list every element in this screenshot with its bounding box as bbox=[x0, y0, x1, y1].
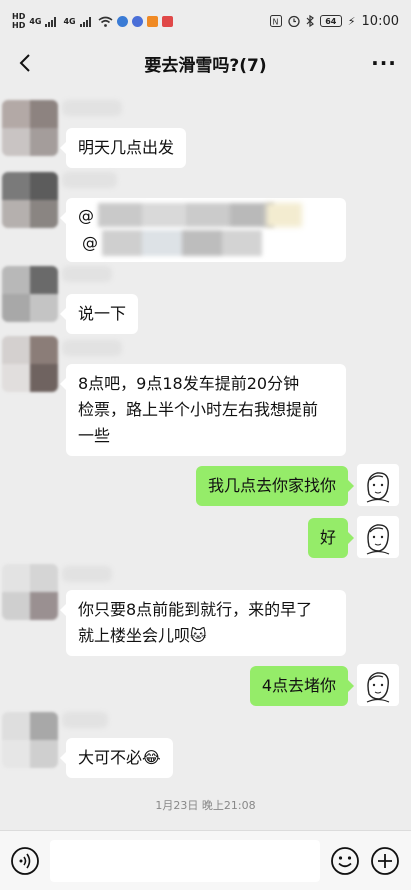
sender-name-blurred bbox=[62, 172, 117, 188]
my-avatar[interactable] bbox=[357, 664, 399, 706]
music-app-icon bbox=[131, 15, 143, 27]
hd-indicator: HD HD bbox=[12, 12, 25, 30]
mention-name-blurred-2 bbox=[102, 230, 262, 256]
signal-4g-label-2: 4G bbox=[63, 16, 76, 26]
status-right: N 64 ⚡ 10:00 bbox=[269, 13, 399, 29]
message-line: 一些 bbox=[78, 426, 111, 445]
sketch-face-icon bbox=[366, 524, 390, 555]
my-avatar[interactable] bbox=[357, 464, 399, 506]
browser-app-icon bbox=[116, 15, 128, 27]
mention-name-blurred bbox=[98, 203, 274, 227]
mention-name-blurred-tail bbox=[266, 203, 302, 227]
chat-header: 要去滑雪吗?(7) ··· bbox=[0, 42, 411, 84]
back-button[interactable] bbox=[10, 48, 40, 78]
avatar[interactable] bbox=[2, 336, 58, 392]
message-line: 你只要8点前能到就行，来的早了 bbox=[78, 600, 313, 619]
signal-4g-label-1: 4G bbox=[29, 16, 42, 26]
message-line: 检票，路上半个小时左右我想提前 bbox=[78, 400, 319, 419]
message-bubble[interactable]: 你只要8点前能到就行，来的早了 就上楼坐会儿呗🐱 bbox=[60, 590, 346, 656]
message-bubble[interactable]: @ @ bbox=[60, 198, 346, 262]
cat-emoji-icon: 🐱 bbox=[190, 626, 207, 645]
hd-label-2: HD bbox=[12, 21, 26, 30]
sketch-face-icon bbox=[366, 472, 390, 503]
status-left: HD HD 4G 4G bbox=[12, 12, 173, 30]
message-text: 好 bbox=[319, 528, 336, 547]
svg-text:N: N bbox=[272, 18, 278, 27]
wifi-icon bbox=[98, 16, 113, 27]
message-bubble[interactable]: 明天几点出发 bbox=[59, 128, 187, 168]
sender-name-blurred bbox=[62, 266, 112, 282]
avatar[interactable] bbox=[2, 172, 58, 228]
emoji-button[interactable] bbox=[330, 846, 360, 876]
avatar[interactable] bbox=[2, 712, 58, 768]
alarm-icon bbox=[288, 15, 300, 27]
my-message-bubble[interactable]: 好 bbox=[307, 518, 355, 558]
voice-input-button[interactable] bbox=[10, 846, 40, 876]
status-bar: HD HD 4G 4G N 64 ⚡ 10:00 bbox=[0, 0, 411, 42]
battery-icon: 64 bbox=[319, 15, 342, 27]
video-app-icon bbox=[146, 15, 158, 27]
sender-name-blurred bbox=[62, 340, 122, 356]
signal-icon bbox=[45, 16, 57, 27]
message-line: 8点吧，9点18发车提前20分钟 bbox=[78, 374, 300, 393]
more-icon: ··· bbox=[371, 51, 397, 75]
message-input[interactable] bbox=[50, 840, 320, 882]
voice-icon bbox=[11, 847, 39, 875]
signal-icon-2 bbox=[79, 16, 91, 27]
more-functions-button[interactable] bbox=[370, 846, 400, 876]
more-options-button[interactable]: ··· bbox=[369, 48, 399, 78]
mention-at: @ bbox=[78, 206, 94, 225]
message-bubble[interactable]: 大可不必😂 bbox=[60, 738, 173, 778]
avatar[interactable] bbox=[2, 266, 58, 322]
battery-level: 64 bbox=[325, 16, 337, 26]
clock: 10:00 bbox=[361, 13, 399, 29]
avatar[interactable] bbox=[2, 100, 58, 156]
my-message-bubble[interactable]: 我几点去你家找你 bbox=[195, 466, 355, 506]
message-bubble[interactable]: 8点吧，9点18发车提前20分钟 检票，路上半个小时左右我想提前 一些 bbox=[60, 364, 346, 456]
message-text: 说一下 bbox=[78, 304, 127, 323]
chevron-left-icon bbox=[19, 54, 30, 72]
sketch-face-icon bbox=[366, 672, 390, 703]
message-text: 我几点去你家找你 bbox=[207, 476, 336, 495]
message-text: 4点去堵你 bbox=[261, 676, 336, 695]
message-line: 就上楼坐会儿呗 bbox=[78, 626, 191, 645]
nfc-icon: N bbox=[269, 15, 282, 27]
sender-name-blurred bbox=[62, 100, 122, 116]
message-text: 明天几点出发 bbox=[78, 138, 175, 157]
hd-label-1: HD bbox=[12, 12, 26, 21]
bluetooth-icon bbox=[306, 15, 314, 27]
smiley-icon bbox=[331, 847, 359, 875]
mail-app-icon bbox=[161, 15, 173, 27]
mention-at-second: @ bbox=[82, 233, 98, 252]
sender-name-blurred bbox=[62, 712, 108, 728]
input-bar bbox=[0, 830, 411, 890]
message-text: 大可不必 bbox=[78, 748, 143, 767]
my-avatar[interactable] bbox=[357, 516, 399, 558]
laughing-emoji-icon: 😂 bbox=[142, 748, 161, 767]
plus-icon bbox=[371, 847, 399, 875]
chat-title: 要去滑雪吗?(7) bbox=[144, 55, 267, 76]
avatar[interactable] bbox=[2, 564, 58, 620]
message-timestamp: 1月23日 晚上21:08 bbox=[155, 799, 256, 812]
charging-icon: ⚡ bbox=[347, 14, 356, 28]
message-bubble[interactable]: 说一下 bbox=[59, 294, 139, 334]
sender-name-blurred bbox=[62, 566, 112, 582]
my-message-bubble[interactable]: 4点去堵你 bbox=[249, 666, 355, 706]
